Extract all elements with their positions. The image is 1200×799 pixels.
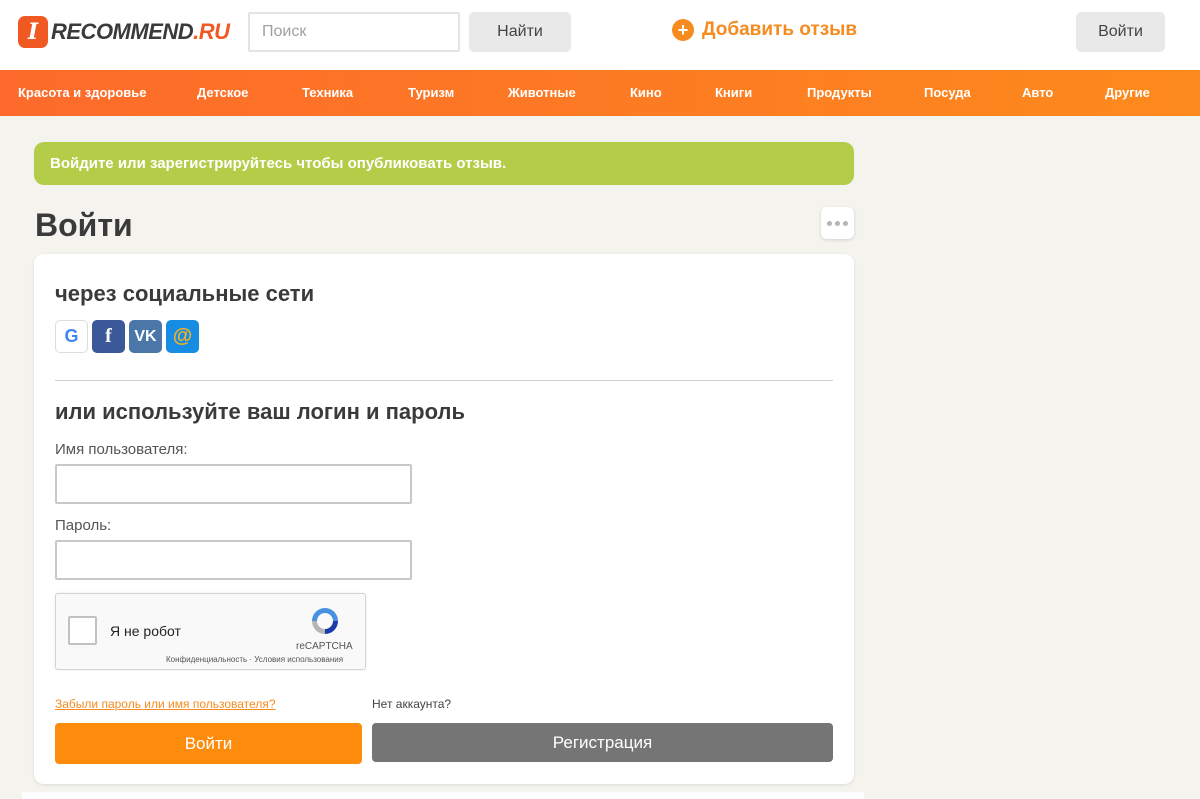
more-options-button[interactable] — [821, 207, 854, 239]
nav-item-dishes[interactable]: Посуда — [924, 85, 971, 100]
username-label: Имя пользователя: — [55, 441, 188, 458]
header-login-button[interactable]: Войти — [1076, 12, 1165, 52]
recaptcha-label: Я не робот — [110, 623, 181, 639]
mailru-icon[interactable]: @ — [166, 320, 199, 353]
recaptcha-terms[interactable]: Конфиденциальность · Условия использован… — [166, 655, 343, 664]
nav-item-movies[interactable]: Кино — [630, 85, 662, 100]
page-title: Войти — [35, 207, 133, 243]
google-icon[interactable]: G — [55, 320, 88, 353]
nav-item-animals[interactable]: Животные — [508, 85, 576, 100]
plus-circle-icon: + — [672, 19, 694, 41]
logo-text: RECOMMEND.RU — [51, 19, 230, 45]
search-input[interactable] — [248, 12, 460, 52]
nav-item-other[interactable]: Другие — [1105, 85, 1150, 100]
login-submit-button[interactable]: Войти — [55, 723, 362, 764]
dot-icon — [835, 220, 840, 226]
no-account-text: Нет аккаунта? — [372, 697, 452, 711]
nav-item-kids[interactable]: Детское — [197, 85, 248, 100]
social-login-title: через социальные сети — [55, 281, 315, 306]
page-footer-edge — [22, 792, 864, 799]
add-review-label: Добавить отзыв — [702, 19, 858, 40]
site-logo[interactable]: I RECOMMEND.RU — [18, 15, 230, 49]
logo-badge: I — [18, 16, 48, 48]
divider — [55, 380, 833, 381]
site-header: I RECOMMEND.RU Найти + Добавить отзыв Во… — [0, 0, 1200, 70]
login-notice: Войдите или зарегистрируйтесь чтобы опуб… — [34, 142, 854, 185]
nav-item-books[interactable]: Книги — [715, 85, 752, 100]
nav-item-food[interactable]: Продукты — [807, 85, 872, 100]
login-card: через социальные сети G f VK @ или испол… — [34, 254, 854, 784]
recaptcha-widget: Я не робот reCAPTCHA Конфиденциальность … — [55, 593, 366, 670]
social-buttons: G f VK @ — [55, 320, 199, 353]
password-field[interactable] — [55, 540, 412, 580]
category-nav: Красота и здоровье Детское Техника Туриз… — [0, 70, 1200, 116]
nav-item-tech[interactable]: Техника — [302, 85, 353, 100]
password-login-title: или используйте ваш логин и пароль — [55, 399, 465, 424]
register-button[interactable]: Регистрация — [372, 723, 833, 762]
dot-icon — [843, 220, 848, 226]
username-field[interactable] — [55, 464, 412, 504]
recaptcha-checkbox[interactable] — [68, 616, 97, 645]
add-review-link[interactable]: + Добавить отзыв — [672, 19, 857, 41]
search-button[interactable]: Найти — [469, 12, 571, 52]
facebook-icon[interactable]: f — [92, 320, 125, 353]
nav-item-auto[interactable]: Авто — [1022, 85, 1053, 100]
forgot-password-link[interactable]: Забыли пароль или имя пользователя? — [55, 697, 276, 711]
nav-item-beauty[interactable]: Красота и здоровье — [18, 85, 147, 100]
password-label: Пароль: — [55, 517, 112, 534]
recaptcha-brand: reCAPTCHA — [296, 641, 353, 652]
dot-icon — [827, 220, 832, 226]
recaptcha-logo-icon — [312, 608, 338, 634]
vk-icon[interactable]: VK — [129, 320, 162, 353]
nav-item-tourism[interactable]: Туризм — [408, 85, 454, 100]
logo-main: RECOMMEND — [51, 19, 194, 44]
logo-suffix: .RU — [193, 19, 230, 44]
